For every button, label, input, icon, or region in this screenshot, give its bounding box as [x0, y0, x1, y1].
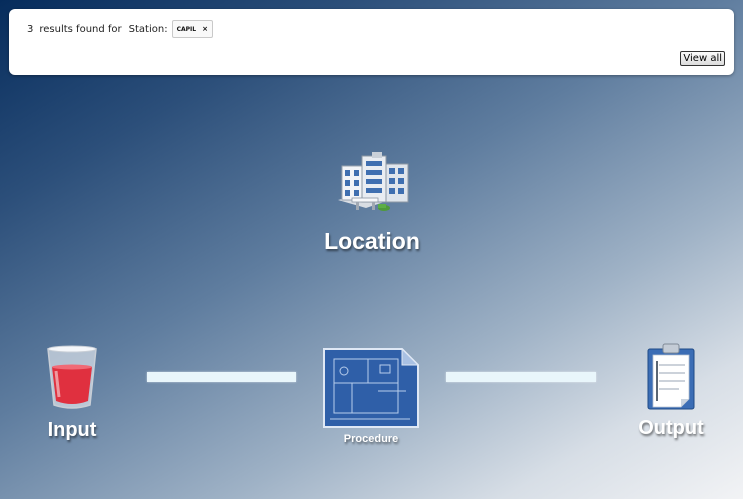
procedure-node[interactable]: Procedure	[320, 347, 422, 445]
procedure-output-connector	[446, 372, 596, 382]
filter-label: Station:	[128, 23, 168, 35]
blueprint-icon	[323, 347, 420, 428]
input-label: Input	[47, 419, 97, 441]
location-label: Location	[324, 228, 420, 254]
results-text: results found for	[39, 23, 122, 35]
results-count: 3	[27, 23, 34, 35]
output-label: Output	[638, 417, 704, 439]
procedure-label: Procedure	[343, 433, 399, 445]
search-results-panel: 3 results found for Station: CAPIL × Vie…	[9, 9, 734, 75]
building-icon	[338, 152, 409, 211]
results-summary: 3 results found for Station: CAPIL ×	[27, 20, 213, 38]
clipboard-icon	[647, 343, 695, 410]
station-filter-value: CAPIL	[176, 25, 197, 33]
station-filter-chip[interactable]: CAPIL ×	[171, 20, 213, 38]
glass-icon	[47, 345, 97, 409]
close-icon[interactable]: ×	[202, 25, 208, 33]
view-all-button[interactable]: View all	[680, 51, 725, 66]
output-node[interactable]: Output	[626, 343, 716, 440]
input-node[interactable]: Input	[32, 345, 112, 442]
location-node[interactable]: Location	[313, 150, 431, 255]
input-procedure-connector	[147, 372, 296, 382]
